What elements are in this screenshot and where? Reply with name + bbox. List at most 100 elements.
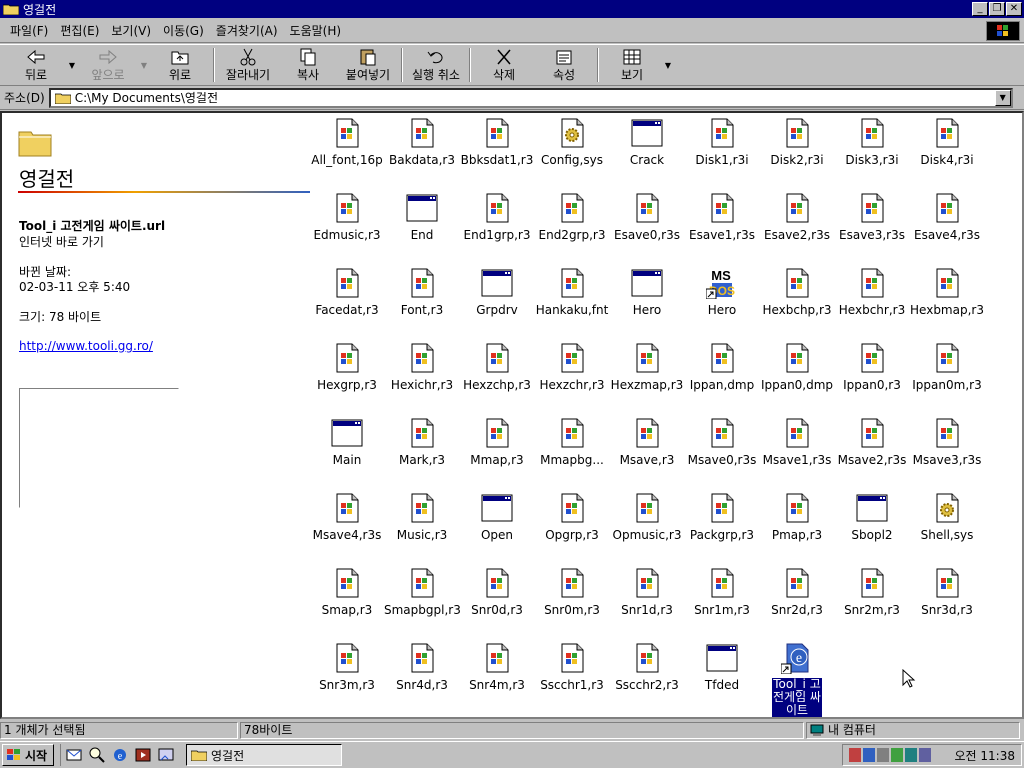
file-item[interactable]: Snr3m,r3: [308, 642, 386, 692]
shortcut-item-selected[interactable]: e Tool_i 고전게임 싸이트: [758, 642, 836, 717]
file-item[interactable]: Packgrp,r3: [683, 492, 761, 542]
file-item[interactable]: Mmapbg...: [533, 417, 611, 467]
forward-button[interactable]: 앞으로: [78, 45, 138, 85]
file-item[interactable]: Open: [458, 492, 536, 542]
file-item[interactable]: Opmusic,r3: [608, 492, 686, 542]
back-dropdown[interactable]: ▼: [66, 61, 78, 70]
file-item[interactable]: Snr3d,r3: [908, 567, 986, 617]
file-item[interactable]: Pmap,r3: [758, 492, 836, 542]
file-item[interactable]: Hexzchr,r3: [533, 342, 611, 392]
menu-help[interactable]: 도움말(H): [284, 22, 348, 39]
file-item[interactable]: Esave2,r3s: [758, 192, 836, 242]
file-item[interactable]: Smapbgpl,r3: [383, 567, 461, 617]
file-item[interactable]: Disk4,r3i: [908, 117, 986, 167]
file-item[interactable]: Config,sys: [533, 117, 611, 167]
file-item[interactable]: Snr2d,r3: [758, 567, 836, 617]
address-dropdown[interactable]: ▼: [994, 89, 1011, 106]
up-button[interactable]: 위로: [150, 45, 210, 85]
tray-network-icon[interactable]: [905, 748, 917, 762]
file-item[interactable]: Smap,r3: [308, 567, 386, 617]
file-item[interactable]: Esave0,r3s: [608, 192, 686, 242]
file-item[interactable]: Msave4,r3s: [308, 492, 386, 542]
file-item[interactable]: Snr4d,r3: [383, 642, 461, 692]
file-item[interactable]: Msave0,r3s: [683, 417, 761, 467]
file-item[interactable]: Hexzchp,r3: [458, 342, 536, 392]
file-item[interactable]: Msave2,r3s: [833, 417, 911, 467]
copy-button[interactable]: 복사: [278, 45, 338, 85]
file-item[interactable]: Tfded: [683, 642, 761, 692]
maximize-button[interactable]: ❐: [989, 2, 1005, 16]
file-item[interactable]: MS DOS Hero: [683, 267, 761, 317]
file-item[interactable]: Hexzmap,r3: [608, 342, 686, 392]
menu-file[interactable]: 파일(F): [4, 22, 54, 39]
minimize-button[interactable]: _: [972, 2, 988, 16]
file-item[interactable]: Esave3,r3s: [833, 192, 911, 242]
file-item[interactable]: Msave1,r3s: [758, 417, 836, 467]
start-button[interactable]: 시작: [2, 744, 54, 766]
file-item[interactable]: Sbopl2: [833, 492, 911, 542]
file-item[interactable]: Main: [308, 417, 386, 467]
view-button[interactable]: 보기: [602, 45, 662, 85]
file-item[interactable]: Disk1,r3i: [683, 117, 761, 167]
outlook-express-icon[interactable]: [65, 746, 83, 764]
cut-button[interactable]: 잘라내기: [218, 45, 278, 85]
file-item[interactable]: Opgrp,r3: [533, 492, 611, 542]
tray-speaker-icon[interactable]: [877, 748, 889, 762]
file-item[interactable]: Ippan0m,r3: [908, 342, 986, 392]
file-item[interactable]: Edmusic,r3: [308, 192, 386, 242]
file-item[interactable]: Snr1m,r3: [683, 567, 761, 617]
file-item[interactable]: Font,r3: [383, 267, 461, 317]
file-item[interactable]: Ippan,dmp: [683, 342, 761, 392]
undo-button[interactable]: 실행 취소: [406, 45, 466, 85]
file-item[interactable]: Disk3,r3i: [833, 117, 911, 167]
file-item[interactable]: Hero: [608, 267, 686, 317]
file-item[interactable]: Mmap,r3: [458, 417, 536, 467]
file-item[interactable]: End2grp,r3: [533, 192, 611, 242]
paste-button[interactable]: 붙여넣기: [338, 45, 398, 85]
file-item[interactable]: Ippan0,r3: [833, 342, 911, 392]
file-item[interactable]: Ippan0,dmp: [758, 342, 836, 392]
file-item[interactable]: Bakdata,r3: [383, 117, 461, 167]
url-link[interactable]: http://www.tooli.gg.ro/: [19, 339, 153, 353]
file-item[interactable]: Mark,r3: [383, 417, 461, 467]
file-item[interactable]: Msave3,r3s: [908, 417, 986, 467]
file-item[interactable]: Esave1,r3s: [683, 192, 761, 242]
file-item[interactable]: Hexbchr,r3: [833, 267, 911, 317]
address-field[interactable]: C:\My Documents\영걸전 ▼: [48, 87, 1013, 108]
file-item[interactable]: Hexbchp,r3: [758, 267, 836, 317]
file-item[interactable]: Hexbmap,r3: [908, 267, 986, 317]
search-icon[interactable]: [88, 746, 106, 764]
tray-display-icon[interactable]: [919, 748, 931, 762]
file-item[interactable]: End1grp,r3: [458, 192, 536, 242]
file-item[interactable]: Snr0d,r3: [458, 567, 536, 617]
file-item[interactable]: Crack: [608, 117, 686, 167]
task-button-folder[interactable]: 영걸전: [186, 744, 342, 766]
file-item[interactable]: Hexichr,r3: [383, 342, 461, 392]
menu-go[interactable]: 이동(G): [157, 22, 210, 39]
tray-scheduler-icon[interactable]: [891, 748, 903, 762]
file-item[interactable]: Hankaku,fnt: [533, 267, 611, 317]
file-item[interactable]: Msave,r3: [608, 417, 686, 467]
delete-button[interactable]: 삭제: [474, 45, 534, 85]
internet-explorer-icon[interactable]: e: [111, 746, 129, 764]
file-item[interactable]: Music,r3: [383, 492, 461, 542]
file-item[interactable]: Hexgrp,r3: [308, 342, 386, 392]
file-item[interactable]: Disk2,r3i: [758, 117, 836, 167]
forward-dropdown[interactable]: ▼: [138, 61, 150, 70]
back-button[interactable]: 뒤로: [6, 45, 66, 85]
file-item[interactable]: Sscchr2,r3: [608, 642, 686, 692]
properties-button[interactable]: 속성: [534, 45, 594, 85]
view-dropdown[interactable]: ▼: [662, 61, 674, 70]
show-desktop-icon[interactable]: [157, 746, 175, 764]
menu-view[interactable]: 보기(V): [105, 22, 157, 39]
file-item[interactable]: Facedat,r3: [308, 267, 386, 317]
tray-ime-icon[interactable]: [863, 748, 875, 762]
file-item[interactable]: Snr4m,r3: [458, 642, 536, 692]
file-item[interactable]: Grpdrv: [458, 267, 536, 317]
file-item[interactable]: Snr0m,r3: [533, 567, 611, 617]
file-item[interactable]: Sscchr1,r3: [533, 642, 611, 692]
file-item[interactable]: End: [383, 192, 461, 242]
menu-favorites[interactable]: 즐겨찾기(A): [210, 22, 284, 39]
file-item[interactable]: Snr1d,r3: [608, 567, 686, 617]
file-item[interactable]: Snr2m,r3: [833, 567, 911, 617]
